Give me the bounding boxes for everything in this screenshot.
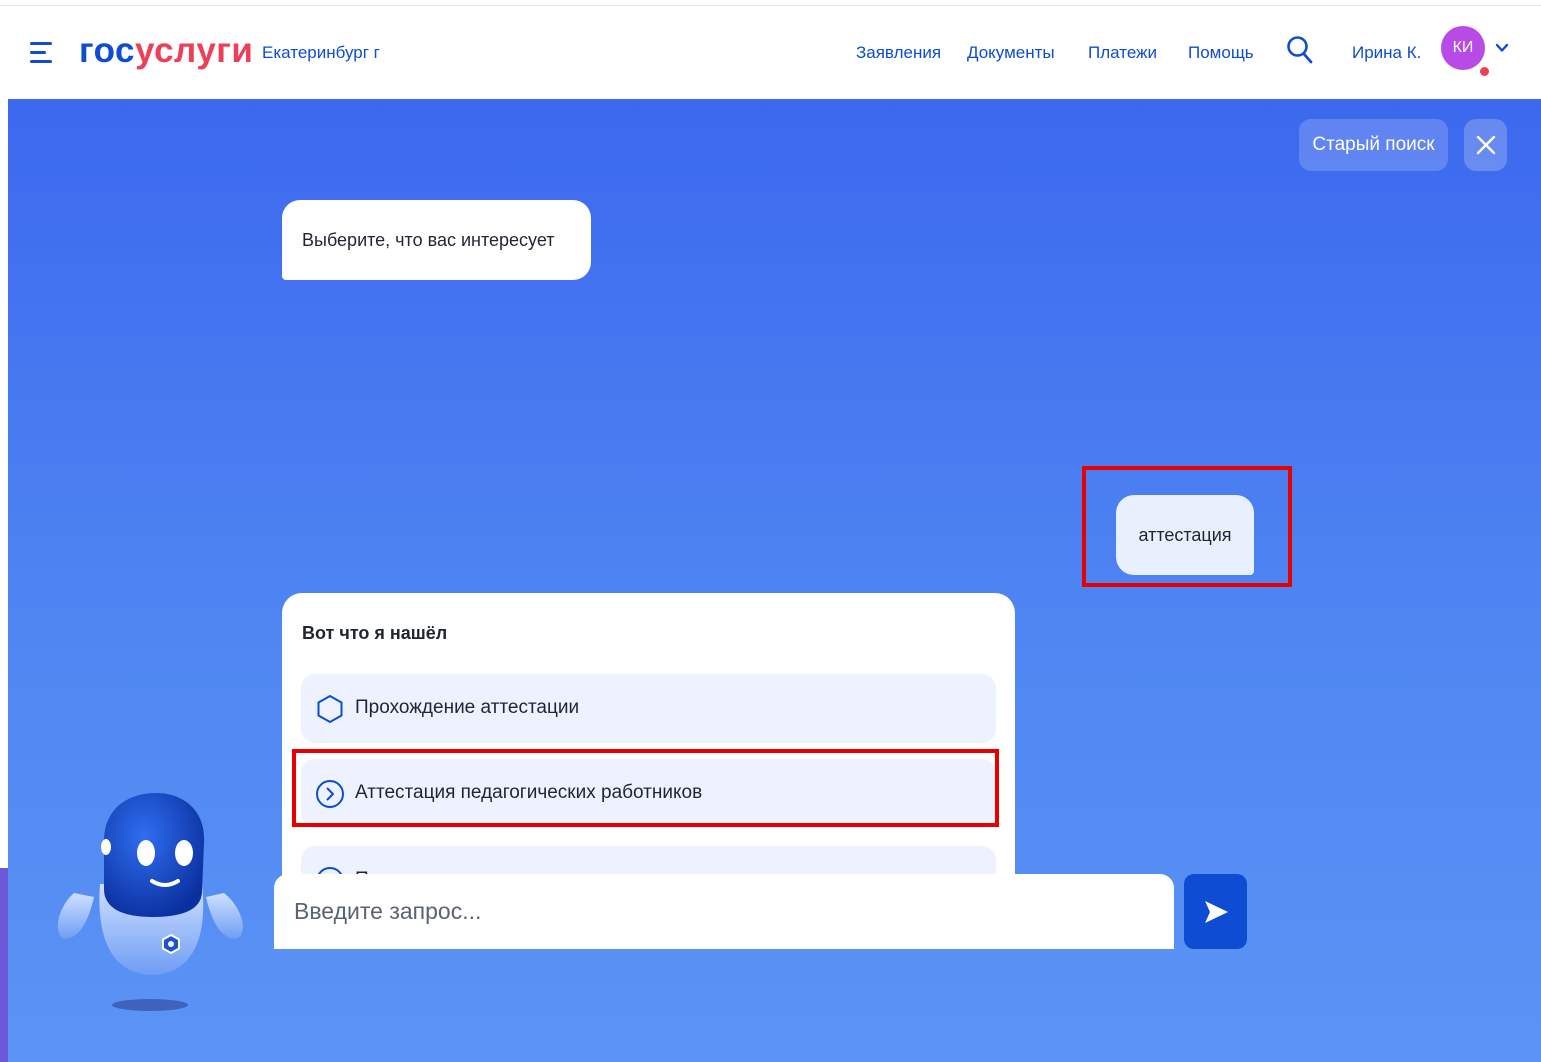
chevron-down-icon[interactable] (1495, 41, 1509, 55)
bot-message: Выберите, что вас интересует (282, 200, 591, 280)
avatar[interactable]: КИ (1441, 26, 1485, 70)
left-edge-strip (0, 868, 8, 1062)
option-teacher-attestation[interactable]: Аттестация педагогических работников (301, 759, 996, 828)
notification-dot (1478, 65, 1491, 78)
close-icon (1476, 135, 1495, 155)
user-name[interactable]: Ирина К. (1352, 43, 1421, 63)
logo[interactable]: госуслуги (79, 31, 253, 71)
option-attestation[interactable]: Прохождение аттестации (301, 674, 996, 743)
city-selector[interactable]: Екатеринбург г (262, 43, 380, 63)
user-message: аттестация (1116, 495, 1254, 575)
query-input[interactable] (274, 874, 1174, 949)
results-title: Вот что я нашёл (302, 623, 448, 643)
search-icon[interactable] (1286, 35, 1314, 65)
old-search-button[interactable]: Старый поиск (1299, 119, 1448, 171)
send-icon (1204, 900, 1228, 923)
nav-payments[interactable]: Платежи (1088, 43, 1157, 63)
nav-help[interactable]: Помощь (1188, 43, 1254, 63)
nav-documents[interactable]: Документы (967, 43, 1055, 63)
hexagon-icon (317, 694, 343, 724)
send-button[interactable] (1184, 874, 1247, 949)
robot-assistant-icon (57, 793, 243, 1011)
chevron-circle-icon (316, 780, 344, 808)
nav-applications[interactable]: Заявления (856, 43, 941, 63)
header: госуслуги Екатеринбург г Заявления Докум… (8, 7, 1541, 99)
top-border (0, 0, 1541, 6)
close-button[interactable] (1464, 119, 1507, 171)
menu-icon[interactable] (30, 42, 56, 64)
